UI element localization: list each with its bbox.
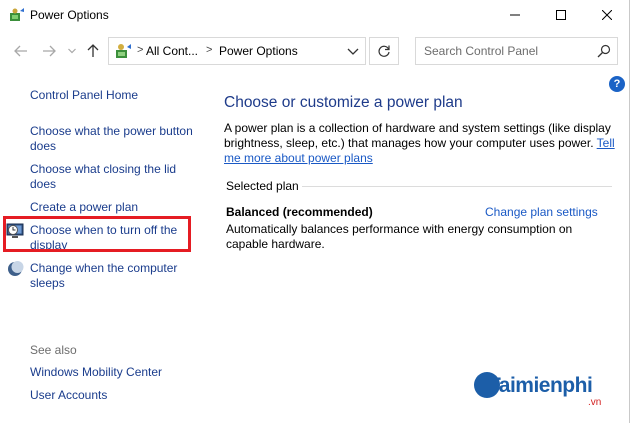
help-button[interactable]: ? — [609, 76, 625, 92]
search-input[interactable]: Search Control Panel — [424, 44, 538, 58]
arrow-right-icon — [43, 45, 56, 57]
breadcrumb-separator[interactable]: > — [206, 44, 212, 56]
control-panel-icon — [116, 44, 131, 58]
maximize-button[interactable] — [538, 0, 584, 30]
minimize-icon — [510, 14, 520, 16]
title-bar: Power Options — [0, 0, 630, 32]
window-title: Power Options — [30, 8, 109, 22]
chevron-down-icon[interactable] — [347, 45, 359, 57]
sidebar-item-closing-lid[interactable]: Choose what closing the lid does — [30, 162, 200, 192]
see-also-mobility-center[interactable]: Windows Mobility Center — [30, 365, 200, 380]
breadcrumb-power-options[interactable]: Power Options — [219, 44, 298, 58]
arrow-up-icon — [87, 44, 99, 57]
power-options-window: Power Options > All Cont... > Power Opti… — [0, 0, 630, 423]
change-plan-settings-link[interactable]: Change plan settings — [485, 205, 598, 219]
power-options-icon — [10, 8, 24, 21]
description-text: A power plan is a collection of hardware… — [224, 121, 616, 166]
search-box[interactable]: Search Control Panel — [415, 37, 618, 65]
sidebar-control-panel-home[interactable]: Control Panel Home — [30, 88, 200, 103]
search-icon[interactable] — [597, 44, 611, 58]
close-icon — [602, 10, 612, 20]
sidebar-item-create-plan[interactable]: Create a power plan — [30, 200, 200, 215]
minimize-button[interactable] — [492, 0, 538, 30]
arrow-left-icon — [14, 45, 27, 57]
back-button[interactable] — [12, 42, 30, 60]
plan-name: Balanced (recommended) — [226, 205, 373, 219]
breadcrumb-separator: > — [137, 44, 144, 56]
watermark-suffix: .vn — [588, 397, 602, 408]
up-button[interactable] — [84, 42, 102, 60]
forward-button[interactable] — [40, 42, 58, 60]
plan-description: Automatically balances performance with … — [226, 222, 573, 251]
see-also-heading: See also — [30, 343, 77, 357]
recent-locations-button[interactable] — [63, 42, 81, 60]
refresh-button[interactable] — [369, 37, 399, 65]
maximize-icon — [556, 10, 566, 20]
section-divider — [302, 186, 612, 187]
sidebar-item-power-button[interactable]: Choose what the power button does — [30, 124, 200, 154]
selected-plan-label: Selected plan — [226, 179, 299, 193]
chevron-down-icon — [68, 48, 76, 54]
see-also-user-accounts[interactable]: User Accounts — [30, 388, 200, 403]
refresh-icon — [378, 45, 390, 57]
close-button[interactable] — [584, 0, 630, 30]
description-body: A power plan is a collection of hardware… — [224, 121, 611, 150]
address-bar[interactable]: > All Cont... > Power Options — [108, 37, 366, 65]
highlight-box — [3, 216, 191, 252]
page-title: Choose or customize a power plan — [224, 94, 463, 111]
breadcrumb-all-control-panel[interactable]: All Cont... — [146, 44, 198, 58]
watermark-brand: Taimienphi — [488, 374, 593, 397]
moon-icon — [8, 261, 24, 276]
sidebar-item-computer-sleeps[interactable]: Change when the computer sleeps — [30, 261, 200, 291]
